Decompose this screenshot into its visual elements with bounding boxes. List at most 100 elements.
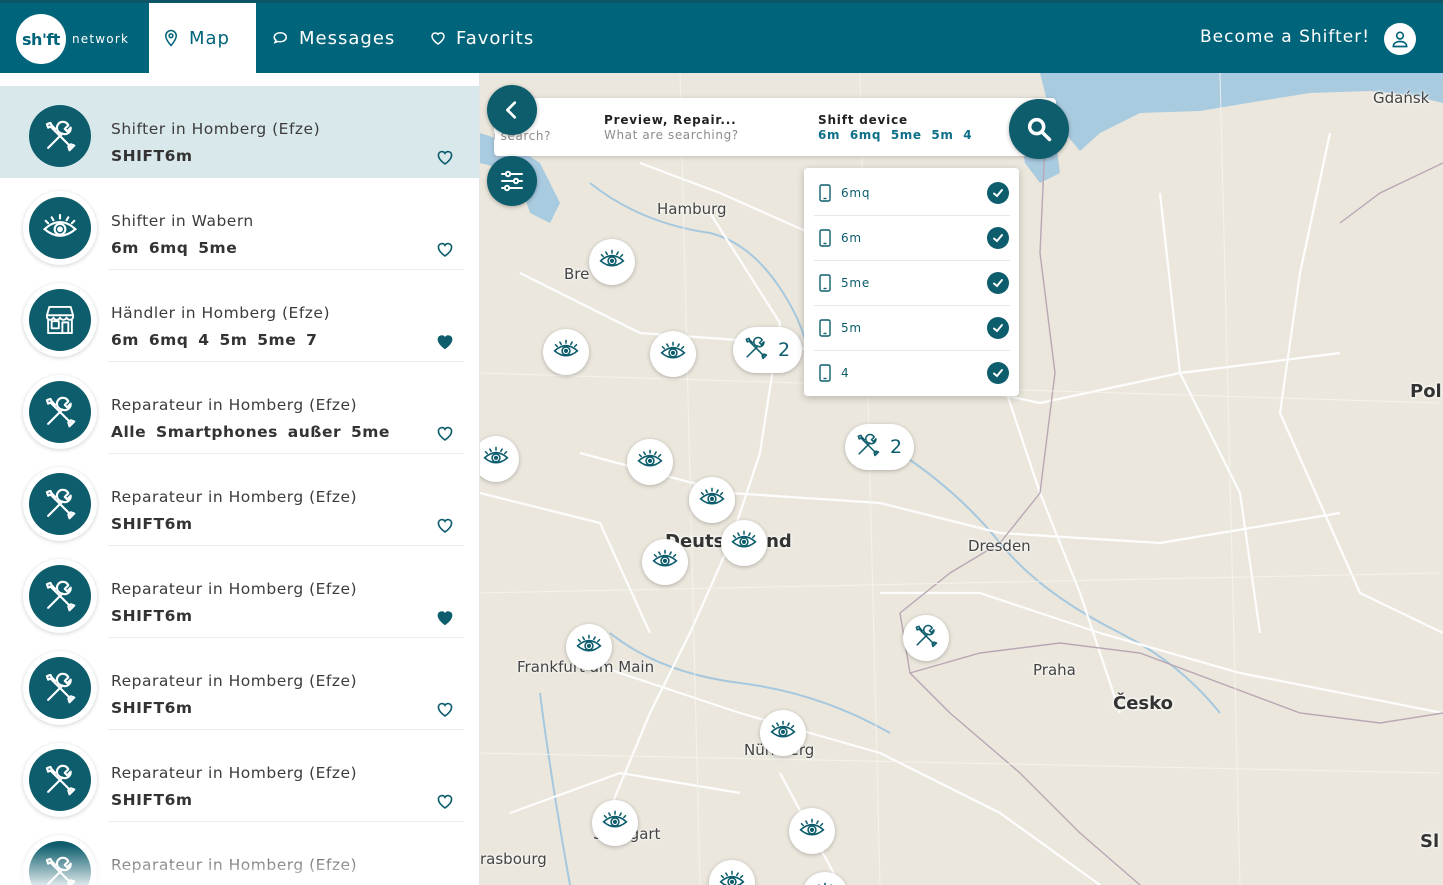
checkmark-icon[interactable] [987, 181, 1009, 204]
list-item-avatar [23, 283, 97, 357]
smartphone-icon [819, 364, 831, 382]
heart-outline-icon[interactable] [435, 240, 455, 258]
device-field[interactable]: Shift device 6m 6mq 5me 5m 4 [818, 113, 972, 142]
list-item-avatar [23, 467, 97, 541]
device-field-value: 6m 6mq 5me 5m 4 [818, 128, 973, 142]
checkmark-icon[interactable] [987, 362, 1009, 384]
store-icon [29, 289, 91, 351]
map-marker-repair[interactable] [903, 615, 949, 661]
device-option[interactable]: 6mq [814, 170, 1010, 215]
service-field-placeholder: What are searching? [604, 128, 739, 142]
list-item-title: Reparateur in Homberg (Efze) [111, 856, 358, 874]
country-label: Sl [1420, 831, 1440, 852]
list-item[interactable]: Reparateur in Homberg (Efze) SHIFT6m [0, 454, 479, 546]
map-cluster-marker[interactable]: 2 [733, 327, 803, 373]
list-item[interactable]: Händler in Homberg (Efze) 6m 6mq 4 5m 5m… [0, 270, 479, 362]
collapse-list-button[interactable] [487, 85, 537, 135]
map-marker-preview[interactable] [689, 477, 735, 523]
city-label: Gdańsk [1373, 89, 1430, 107]
list-item-title: Reparateur in Homberg (Efze) [111, 672, 358, 690]
search-icon [1027, 117, 1052, 142]
list-item-devices: SHIFT6m [111, 699, 193, 717]
logo-wordmark: network [72, 32, 130, 46]
logo-text: sh'ft [22, 29, 60, 49]
map-marker-preview[interactable] [760, 710, 806, 756]
heart-filled-icon[interactable] [435, 608, 455, 626]
eye-icon [698, 484, 726, 516]
tools-icon [29, 657, 91, 719]
list-item[interactable]: Reparateur in Homberg (Efze) SHIFT6m [0, 638, 479, 730]
tab-messages-label: Messages [299, 27, 396, 49]
shift-logo[interactable]: sh'ft [16, 14, 66, 64]
device-option-label: 5me [841, 276, 871, 290]
map-pin-icon [164, 29, 178, 47]
list-item[interactable]: Reparateur in Homberg (Efze) Alle Smartp… [0, 362, 479, 454]
heart-outline-icon[interactable] [435, 700, 455, 718]
map-marker-preview[interactable] [627, 439, 673, 485]
map-marker-preview[interactable] [543, 329, 589, 375]
tab-messages[interactable]: Messages [272, 3, 395, 73]
filter-button[interactable] [487, 156, 537, 206]
heart-outline-icon[interactable] [435, 792, 455, 810]
list-item[interactable]: Reparateur in Homberg (Efze) SHIFT6m [0, 546, 479, 638]
smartphone-icon [819, 274, 831, 292]
service-field[interactable]: Preview, Repair... What are searching? [604, 113, 739, 142]
heart-outline-icon[interactable] [435, 424, 455, 442]
list-item-title: Reparateur in Homberg (Efze) [111, 580, 358, 598]
map-marker-preview[interactable] [566, 624, 612, 670]
list-item-title: Reparateur in Homberg (Efze) [111, 764, 358, 782]
tab-favorits[interactable]: Favorits [429, 3, 534, 73]
heart-outline-icon[interactable] [435, 516, 455, 534]
smartphone-icon [819, 319, 831, 337]
map-marker-preview[interactable] [650, 331, 696, 377]
heart-outline-icon[interactable] [435, 148, 455, 166]
eye-icon [598, 246, 626, 278]
tab-map[interactable]: Map [149, 3, 256, 73]
top-navigation-bar: sh'ft network Map Messages Favorits Beco… [0, 0, 1443, 73]
map-cluster-marker[interactable]: 2 [845, 424, 915, 470]
tools-icon [29, 105, 91, 167]
list-item[interactable]: Reparateur in Homberg (Efze) SHIFT6m [0, 822, 479, 885]
device-option[interactable]: 5m [814, 305, 1010, 350]
country-label: Česko [1113, 693, 1173, 714]
list-item-avatar [23, 375, 97, 449]
cluster-count: 2 [890, 436, 903, 458]
list-item[interactable]: Shifter in Wabern 6m 6mq 5me [0, 178, 479, 270]
device-option[interactable]: 6m [814, 215, 1010, 260]
service-field-label: Preview, Repair... [604, 113, 737, 127]
list-item[interactable]: Reparateur in Homberg (Efze) SHIFT6m [0, 730, 479, 822]
device-option[interactable]: 5me [814, 260, 1010, 305]
list-item[interactable]: Shifter in Homberg (Efze) SHIFT6m [0, 86, 479, 178]
list-item-devices: 6m 6mq 4 5m 5me 7 [111, 331, 318, 349]
chat-bubbles-icon [273, 31, 288, 44]
eye-icon [636, 446, 664, 478]
user-icon [1392, 31, 1408, 48]
eye-icon [29, 197, 91, 259]
search-button[interactable] [1009, 99, 1069, 159]
cluster-count: 2 [778, 339, 791, 361]
device-option-label: 6mq [841, 185, 871, 200]
checkmark-icon[interactable] [987, 272, 1009, 294]
checkmark-icon[interactable] [987, 227, 1009, 249]
map-marker-preview[interactable] [589, 239, 635, 285]
checkmark-icon[interactable] [987, 317, 1009, 339]
heart-filled-icon[interactable] [435, 332, 455, 350]
become-shifter-link[interactable]: Become a Shifter! [1200, 27, 1370, 47]
results-list: Shifter in Homberg (Efze) SHIFT6m Shifte… [0, 73, 480, 885]
user-account-button[interactable] [1384, 23, 1416, 55]
city-label: Dresden [968, 537, 1031, 555]
city-label: rasbourg [480, 850, 547, 868]
list-item-avatar [23, 743, 97, 817]
map-marker-preview[interactable] [592, 800, 638, 846]
list-item-avatar [23, 191, 97, 265]
tools-icon [29, 841, 91, 885]
device-option[interactable]: 4 [814, 350, 1010, 395]
chevron-left-icon [506, 101, 517, 119]
map-marker-preview[interactable] [789, 808, 835, 854]
eye-icon [601, 807, 629, 839]
city-label: Praha [1033, 661, 1076, 679]
map-marker-preview[interactable] [721, 520, 767, 566]
device-dropdown: 6mq 6m 5me 5m 4 [804, 168, 1019, 396]
map-marker-preview[interactable] [642, 539, 688, 585]
city-label: Bre [564, 265, 590, 283]
